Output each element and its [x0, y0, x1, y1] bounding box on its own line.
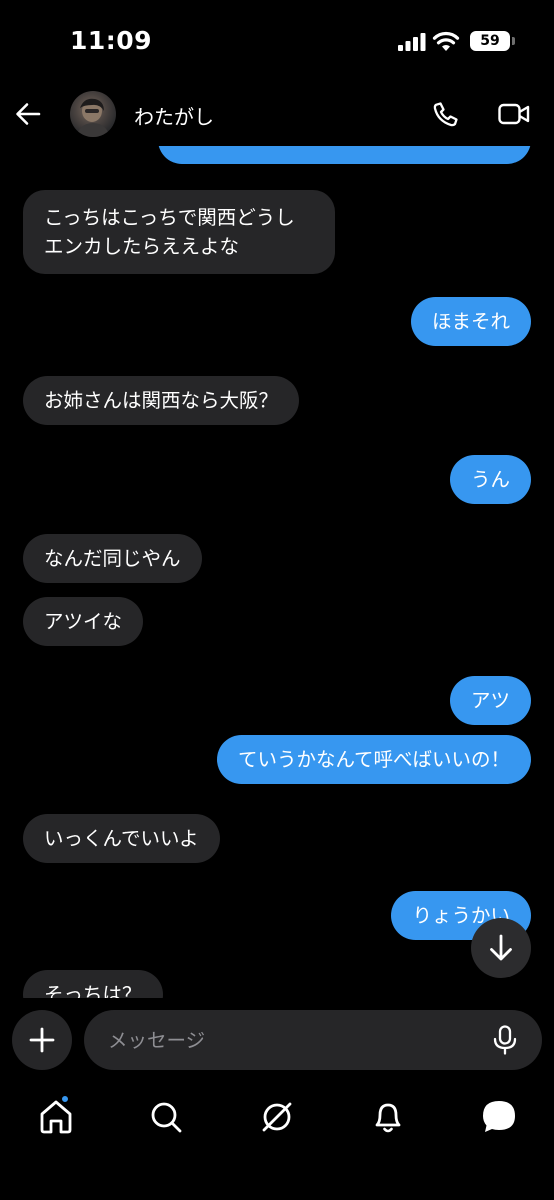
message-bubble-outgoing[interactable]: ほまそれ	[410, 297, 531, 346]
message-bubble-outgoing[interactable]: ていうかなんて呼べばいいの！	[216, 735, 531, 784]
contact-name[interactable]: わたがし	[134, 101, 214, 130]
message-bubble-incoming[interactable]: なんだ同じやん	[23, 534, 202, 583]
wifi-icon	[432, 31, 460, 51]
video-camera-icon[interactable]	[498, 102, 530, 126]
scroll-to-bottom-button[interactable]	[471, 918, 531, 978]
message-bubble-outgoing[interactable]: うん	[449, 455, 531, 504]
explore-icon[interactable]	[257, 1097, 297, 1137]
bell-icon[interactable]	[368, 1097, 408, 1137]
message-bubble-incoming[interactable]: お姉さんは関西なら大阪？	[23, 376, 300, 425]
battery-indicator: 59	[470, 31, 510, 51]
notification-dot	[60, 1094, 70, 1104]
arrow-down-icon	[490, 934, 512, 961]
home-icon[interactable]	[36, 1097, 76, 1137]
message-composer	[0, 1000, 554, 1080]
message-bubble-incoming[interactable]: いっくんでいいよ	[23, 814, 220, 863]
bottom-navigation	[0, 1080, 554, 1200]
search-icon[interactable]	[146, 1097, 186, 1137]
add-attachment-button[interactable]	[12, 1010, 72, 1070]
microphone-icon[interactable]	[492, 1025, 518, 1055]
message-bubble-incoming[interactable]: そっちは？	[23, 970, 163, 998]
messages-icon[interactable]	[479, 1097, 519, 1137]
message-bubble-outgoing[interactable]: アツ	[449, 676, 531, 725]
status-time: 11:09	[70, 26, 153, 55]
message-input[interactable]	[108, 1025, 478, 1055]
message-bubble-outgoing[interactable]	[158, 146, 531, 164]
avatar[interactable]	[70, 91, 116, 137]
message-bubble-incoming[interactable]: こっちはこっちで関西どうしエンカしたらええよな	[23, 190, 335, 274]
message-bubble-incoming[interactable]: アツイな	[23, 597, 144, 646]
dm-screen: 11:09 59 こっちはこっちで関西どうしエンカしたらええよな ほまそれ お姉…	[0, 0, 554, 1200]
plus-icon	[29, 1027, 55, 1053]
arrow-left-icon[interactable]	[14, 100, 42, 128]
battery-tip	[512, 37, 515, 45]
chat-header: わたがし	[0, 84, 554, 146]
avatar-image	[76, 98, 110, 137]
phone-icon[interactable]	[432, 100, 460, 128]
message-thread[interactable]: こっちはこっちで関西どうしエンカしたらええよな ほまそれ お姉さんは関西なら大阪…	[0, 146, 554, 998]
cellular-signal-icon	[398, 33, 426, 51]
status-bar: 11:09 59	[0, 0, 554, 84]
message-field[interactable]	[84, 1010, 542, 1070]
